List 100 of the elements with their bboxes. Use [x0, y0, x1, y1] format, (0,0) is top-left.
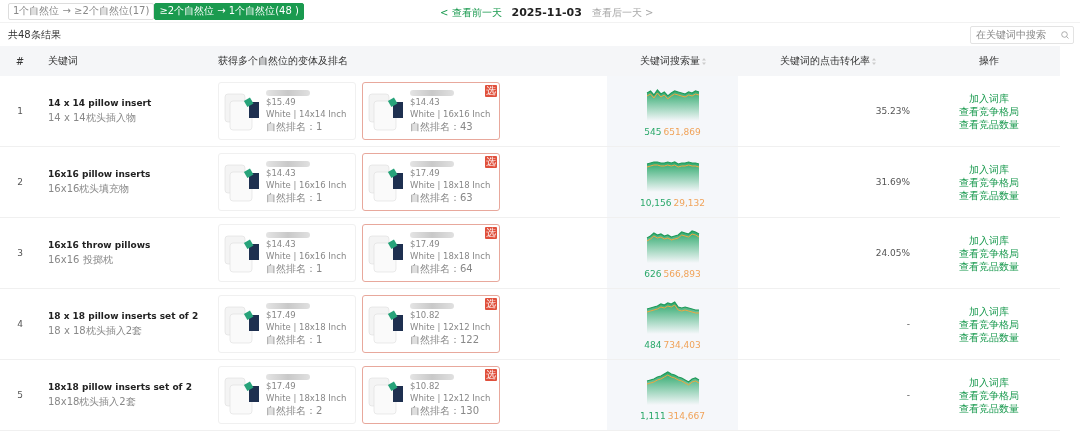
- variant-card[interactable]: $15.49 White | 14x14 Inch 自然排名：1: [218, 82, 356, 140]
- filter-tab[interactable]: ≥2个自然位 → 1个自然位(48 ): [154, 2, 304, 20]
- row-number: 4: [17, 319, 23, 329]
- variant-card[interactable]: $14.43 White | 16x16 Inch 自然排名：1: [218, 153, 356, 211]
- blurred-title: [410, 302, 454, 309]
- variant-card[interactable]: $14.43 White | 16x16 Inch 自然排名：1: [218, 224, 356, 282]
- column-header[interactable]: 关键词搜索量: [607, 46, 738, 76]
- search-volume-secondary: 734,403: [663, 340, 701, 350]
- variant-rank: 自然排名：1: [266, 333, 324, 346]
- action-link[interactable]: 查看竞争格局: [959, 388, 1019, 402]
- variant-spec: White | 16x16 Inch: [410, 108, 491, 120]
- action-link[interactable]: 查看竞品数量: [959, 259, 1019, 273]
- keyword-text: 14 x 14 pillow insert: [48, 97, 152, 108]
- variant-rank: 自然排名：1: [266, 262, 324, 275]
- variant-price: $17.49: [410, 238, 441, 250]
- variant-badge: 选: [485, 227, 497, 239]
- variant-price: $10.82: [410, 380, 441, 392]
- variant-spec: White | 18x18 Inch: [410, 250, 491, 262]
- keyword-text: 18x18 pillow inserts set of 2: [48, 381, 192, 392]
- action-link[interactable]: 加入词库: [969, 375, 1009, 389]
- variant-price: $14.43: [410, 96, 441, 108]
- action-link[interactable]: 加入词库: [969, 91, 1009, 105]
- action-link[interactable]: 查看竞争格局: [959, 246, 1019, 260]
- action-link[interactable]: 查看竞争格局: [959, 317, 1019, 331]
- variant-card[interactable]: $17.49 White | 18x18 Inch 自然排名：63 选: [362, 153, 500, 211]
- search-volume-secondary: 651,869: [663, 127, 701, 137]
- variant-card[interactable]: $10.82 White | 12x12 Inch 自然排名：122 选: [362, 295, 500, 353]
- blurred-title: [266, 89, 310, 96]
- variant-price: $14.43: [266, 167, 297, 179]
- action-link[interactable]: 查看竞品数量: [959, 117, 1019, 131]
- blurred-title: [410, 89, 454, 96]
- action-link[interactable]: 加入词库: [969, 162, 1009, 176]
- variant-card[interactable]: $17.49 White | 18x18 Inch 自然排名：1: [218, 295, 356, 353]
- variant-spec: White | 16x16 Inch: [266, 179, 347, 191]
- variant-rank: 自然排名：1: [266, 120, 324, 133]
- variant-spec: White | 18x18 Inch: [266, 392, 347, 404]
- previous-day-link[interactable]: < 查看前一天: [440, 5, 502, 20]
- variant-card[interactable]: $17.49 White | 18x18 Inch 自然排名：2: [218, 366, 356, 424]
- sparkline-drawing: [645, 369, 700, 405]
- row-number: 2: [17, 177, 23, 187]
- action-link[interactable]: 查看竞品数量: [959, 188, 1019, 202]
- filter-tab[interactable]: 1个自然位 → ≥2个自然位(17): [8, 2, 155, 20]
- variant-rank: 自然排名：130: [410, 404, 481, 417]
- result-count: 共48条结果: [8, 27, 61, 42]
- row-number: 5: [17, 390, 23, 400]
- variant-spec: White | 18x18 Inch: [266, 321, 347, 333]
- variant-badge: 选: [485, 156, 497, 168]
- row-number: 3: [17, 248, 23, 258]
- column-header: 操作: [918, 46, 1060, 76]
- action-link[interactable]: 查看竞品数量: [959, 401, 1019, 415]
- search-volume-primary: 545: [644, 127, 662, 137]
- variant-price: $17.49: [266, 309, 297, 321]
- variant-rank: 自然排名：43: [410, 120, 474, 133]
- click-conversion-rate: 31.69%: [875, 177, 910, 187]
- blurred-title: [266, 373, 310, 380]
- variant-rank: 自然排名：2: [266, 404, 324, 417]
- keyword-text: 16x16 throw pillows: [48, 239, 151, 250]
- row-number: 1: [17, 106, 23, 116]
- variant-price: $14.43: [266, 238, 297, 250]
- date-text: 2025-11-03: [511, 6, 582, 19]
- blurred-title: [410, 231, 454, 238]
- action-link[interactable]: 查看竞品数量: [959, 330, 1019, 344]
- keyword-text: 16x16 pillow inserts: [48, 168, 151, 179]
- keyword-translation: 16x16 投掷枕: [48, 252, 113, 267]
- action-link[interactable]: 加入词库: [969, 304, 1009, 318]
- click-conversion-rate: -: [906, 390, 910, 400]
- search-volume-secondary: 29,132: [673, 198, 705, 208]
- variant-badge: 选: [485, 85, 497, 97]
- column-header[interactable]: 关键词的点击转化率: [738, 46, 918, 76]
- variant-spec: White | 14x14 Inch: [266, 108, 347, 120]
- keyword-translation: 14 x 14枕头插入物: [48, 110, 136, 125]
- variant-rank: 自然排名：63: [410, 191, 474, 204]
- search-volume-primary: 626: [644, 269, 662, 279]
- search-volume-secondary: 566,893: [663, 269, 701, 279]
- variant-spec: White | 18x18 Inch: [410, 179, 491, 191]
- search-volume-primary: 484: [644, 340, 662, 350]
- variant-spec: White | 16x16 Inch: [266, 250, 347, 262]
- variant-rank: 自然排名：64: [410, 262, 474, 275]
- search-icon[interactable]: [1061, 30, 1069, 39]
- action-link[interactable]: 查看竞争格局: [959, 175, 1019, 189]
- blurred-title: [410, 160, 454, 167]
- variant-card[interactable]: $17.49 White | 18x18 Inch 自然排名：64 选: [362, 224, 500, 282]
- action-link[interactable]: 查看竞争格局: [959, 104, 1019, 118]
- sparkline-drawing: [645, 227, 700, 263]
- blurred-title: [266, 231, 310, 238]
- search-field[interactable]: 在关键词中搜索: [970, 25, 1074, 44]
- search-volume-secondary: 314,667: [667, 411, 705, 421]
- variant-spec: White | 12x12 Inch: [410, 392, 491, 404]
- click-conversion-rate: 35.23%: [875, 106, 910, 116]
- variant-badge: 选: [485, 298, 497, 310]
- variant-rank: 自然排名：1: [266, 191, 324, 204]
- column-header: 关键词: [40, 46, 210, 76]
- column-header: #: [0, 46, 40, 76]
- keyword-translation: 16x16枕头填充物: [48, 181, 130, 196]
- action-link[interactable]: 加入词库: [969, 233, 1009, 247]
- variant-card[interactable]: $10.82 White | 12x12 Inch 自然排名：130 选: [362, 366, 500, 424]
- variant-card[interactable]: $14.43 White | 16x16 Inch 自然排名：43 选: [362, 82, 500, 140]
- click-conversion-rate: 24.05%: [875, 248, 910, 258]
- sort-icon[interactable]: [701, 57, 706, 65]
- variant-price: $10.82: [410, 309, 441, 321]
